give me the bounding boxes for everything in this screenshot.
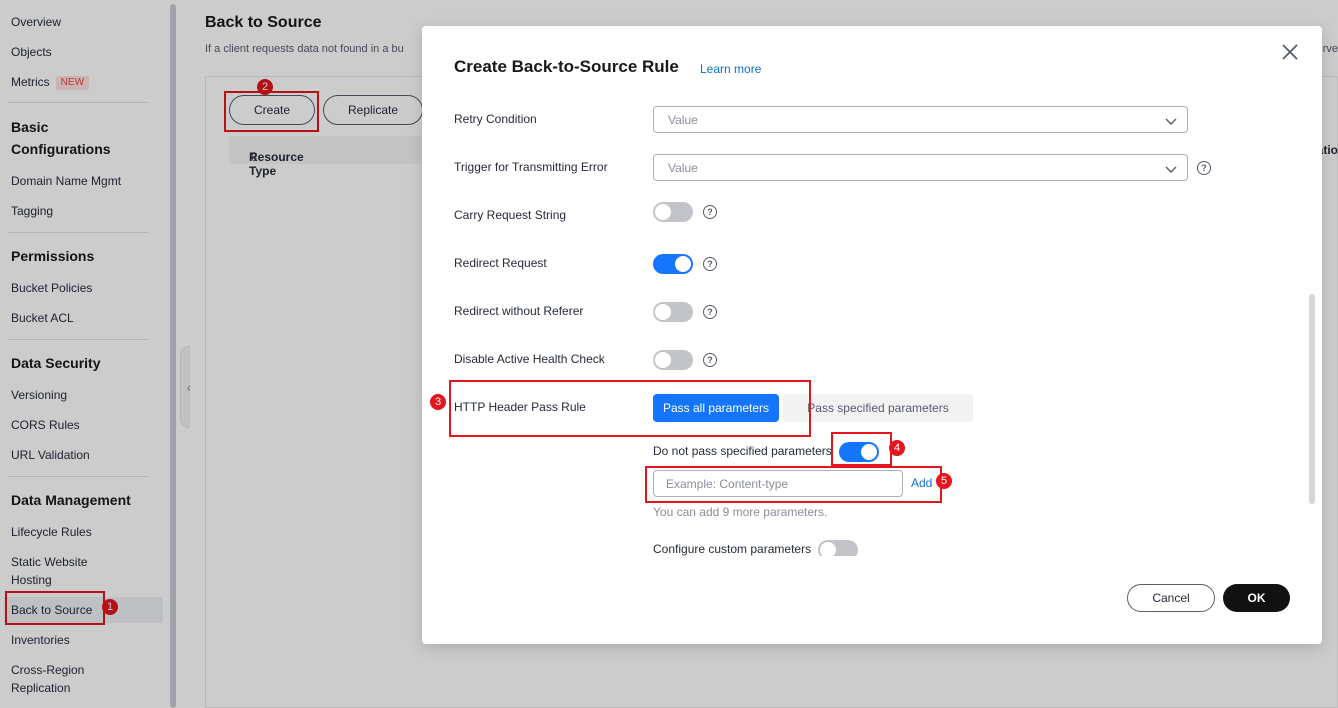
disable-health-check-label: Disable Active Health Check (454, 352, 605, 366)
redirect-without-referer-label: Redirect without Referer (454, 304, 584, 318)
remaining-parameters-hint: You can add 9 more parameters. (653, 505, 828, 519)
toggle-knob (655, 352, 671, 368)
chevron-down-icon (1165, 118, 1177, 125)
annotation-number-5: 5 (936, 473, 952, 489)
create-rule-dialog: Create Back-to-Source Rule Learn more Re… (422, 26, 1322, 644)
annotation-box-5 (645, 466, 942, 503)
dialog-title: Create Back-to-Source Rule (454, 57, 679, 76)
trigger-error-select[interactable]: Value (653, 154, 1188, 181)
select-value: Value (668, 161, 698, 175)
retry-condition-select[interactable]: Value (653, 106, 1188, 133)
help-icon[interactable]: ? (703, 305, 717, 319)
toggle-knob (655, 304, 671, 320)
redirect-without-referer-toggle[interactable] (653, 302, 693, 322)
redirect-request-toggle[interactable] (653, 254, 693, 274)
custom-params-toggle-clip (818, 540, 858, 556)
learn-more-link[interactable]: Learn more (700, 62, 761, 76)
ok-button[interactable]: OK (1223, 584, 1290, 612)
carry-request-string-label: Carry Request String (454, 208, 567, 222)
help-icon[interactable]: ? (703, 205, 717, 219)
toggle-knob (675, 256, 691, 272)
redirect-request-label: Redirect Request (454, 256, 547, 270)
annotation-box-3 (449, 380, 811, 437)
help-icon[interactable]: ? (1197, 161, 1211, 175)
custom-params-toggle[interactable] (818, 540, 858, 556)
custom-params-label: Configure custom parameters (653, 542, 812, 556)
help-icon[interactable]: ? (703, 257, 717, 271)
toggle-knob (655, 204, 671, 220)
trigger-error-label: Trigger for Transmitting Error (454, 160, 608, 174)
select-value: Value (668, 113, 698, 127)
pass-specified-parameters-option[interactable]: Pass specified parameters (783, 394, 973, 422)
retry-condition-label: Retry Condition (454, 112, 537, 126)
do-not-pass-label: Do not pass specified parameters (653, 444, 832, 458)
carry-request-string-toggle[interactable] (653, 202, 693, 222)
help-icon[interactable]: ? (703, 353, 717, 367)
toggle-knob (820, 542, 836, 556)
annotation-box-4 (831, 432, 892, 466)
annotation-number-3: 3 (430, 394, 446, 410)
dialog-scrollbar[interactable] (1309, 294, 1315, 504)
annotation-number-4: 4 (889, 440, 905, 456)
cancel-button[interactable]: Cancel (1127, 584, 1215, 612)
disable-health-check-toggle[interactable] (653, 350, 693, 370)
chevron-down-icon (1165, 166, 1177, 173)
close-icon[interactable] (1280, 42, 1300, 62)
